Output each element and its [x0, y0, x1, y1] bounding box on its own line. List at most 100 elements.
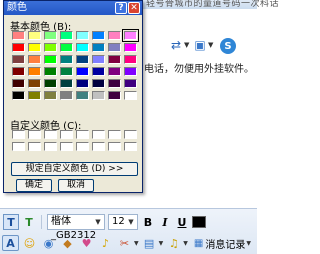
basic-color-swatch[interactable] — [60, 91, 73, 100]
basic-color-swatch[interactable] — [76, 79, 89, 88]
basic-color-swatch[interactable] — [28, 43, 41, 52]
basic-color-swatch[interactable] — [76, 43, 89, 52]
voice-icon[interactable]: ♪ — [97, 235, 114, 251]
basic-color-swatch[interactable] — [76, 91, 89, 100]
basic-color-swatch[interactable] — [12, 55, 25, 64]
basic-color-swatch[interactable] — [12, 31, 25, 40]
transfer-icon[interactable]: ⇄ — [168, 38, 184, 52]
basic-color-swatch[interactable] — [60, 31, 73, 40]
chevron-down-icon[interactable]: ▼ — [126, 216, 136, 228]
font-style-icon[interactable]: T — [3, 214, 19, 230]
custom-color-swatch[interactable] — [92, 142, 105, 151]
color-picker-icon[interactable] — [192, 216, 206, 228]
basic-color-swatch[interactable] — [44, 79, 57, 88]
basic-color-swatch[interactable] — [108, 31, 121, 40]
define-custom-colors-button[interactable]: 规定自定义颜色 (D) >> — [11, 162, 138, 176]
basic-color-swatch[interactable] — [12, 91, 25, 100]
color-dialog: 颜色 ? ✕ 基本颜色 (B): 自定义颜色 (C): 规定自定义颜色 (D) … — [3, 0, 143, 193]
message-history-button[interactable]: ▦ 消息记录 ▼ — [194, 236, 251, 251]
basic-color-swatch[interactable] — [92, 67, 105, 76]
custom-color-swatch[interactable] — [44, 130, 57, 139]
basic-color-swatch[interactable] — [124, 67, 137, 76]
basic-color-swatch[interactable] — [108, 67, 121, 76]
cancel-button[interactable]: 取消 — [58, 179, 94, 192]
basic-color-swatch[interactable] — [108, 91, 121, 100]
chevron-down-icon[interactable]: ▼ — [134, 240, 139, 247]
magic-face-icon[interactable]: ◉ — [40, 235, 57, 251]
gift-icon[interactable]: ♥ — [78, 235, 95, 251]
chevron-down-icon[interactable]: ▼ — [208, 41, 213, 49]
custom-color-swatch[interactable] — [124, 130, 137, 139]
music-icon[interactable]: ♫ — [165, 235, 182, 251]
chevron-down-icon[interactable]: ▼ — [184, 41, 189, 49]
basic-color-swatch[interactable] — [108, 79, 121, 88]
basic-color-swatch[interactable] — [44, 43, 57, 52]
ok-button[interactable]: 确定 — [16, 179, 52, 192]
font-icon[interactable]: A — [2, 235, 19, 251]
custom-color-swatch[interactable] — [60, 142, 73, 151]
basic-color-swatch[interactable] — [92, 43, 105, 52]
basic-color-swatch[interactable] — [44, 31, 57, 40]
basic-color-swatch[interactable] — [60, 67, 73, 76]
custom-color-swatch[interactable] — [92, 130, 105, 139]
basic-color-swatch[interactable] — [92, 31, 105, 40]
custom-color-swatch[interactable] — [28, 130, 41, 139]
custom-color-swatch[interactable] — [76, 130, 89, 139]
image-icon[interactable]: ▤ — [141, 235, 158, 251]
basic-color-swatch[interactable] — [92, 91, 105, 100]
custom-color-swatch[interactable] — [108, 130, 121, 139]
basic-color-swatch[interactable] — [108, 43, 121, 52]
custom-color-swatch[interactable] — [44, 142, 57, 151]
history-icon: ▦ — [193, 237, 204, 249]
basic-color-swatch[interactable] — [28, 91, 41, 100]
basic-color-swatch[interactable] — [44, 67, 57, 76]
underline-button[interactable]: U — [175, 214, 189, 230]
custom-color-swatch[interactable] — [76, 142, 89, 151]
chevron-down-icon[interactable]: ▼ — [183, 240, 188, 247]
basic-color-swatch[interactable] — [76, 31, 89, 40]
basic-color-swatch[interactable] — [92, 55, 105, 64]
custom-color-swatch[interactable] — [108, 142, 121, 151]
basic-color-swatch[interactable] — [12, 79, 25, 88]
basic-color-swatch[interactable] — [12, 67, 25, 76]
font-size-select[interactable]: 12 ▼ — [108, 214, 138, 230]
basic-color-swatch[interactable] — [122, 29, 139, 42]
close-button[interactable]: ✕ — [128, 2, 140, 14]
monitor-icon[interactable]: ▣ — [192, 38, 208, 52]
basic-color-swatch[interactable] — [28, 55, 41, 64]
custom-color-swatch[interactable] — [124, 142, 137, 151]
basic-color-swatch[interactable] — [44, 55, 57, 64]
chat-top-toolbar: ⇄ ▼ ▣ ▼ S — [140, 34, 257, 56]
bold-button[interactable]: B — [141, 214, 155, 230]
basic-color-swatch[interactable] — [28, 79, 41, 88]
custom-color-swatch[interactable] — [12, 142, 25, 151]
text-effect-icon[interactable]: T — [22, 214, 36, 230]
basic-color-swatch[interactable] — [28, 31, 41, 40]
chevron-down-icon[interactable]: ▼ — [93, 216, 103, 228]
basic-color-swatch[interactable] — [28, 67, 41, 76]
basic-color-swatch[interactable] — [124, 43, 137, 52]
basic-color-swatch[interactable] — [124, 91, 137, 100]
font-name-select[interactable]: 楷体_GB2312 ▼ — [47, 214, 105, 241]
chevron-down-icon[interactable]: ▼ — [159, 240, 164, 247]
basic-color-swatch[interactable] — [124, 79, 137, 88]
custom-color-swatch[interactable] — [12, 130, 25, 139]
custom-color-swatch[interactable] — [60, 130, 73, 139]
shake-icon[interactable]: ◆ — [59, 235, 76, 251]
basic-color-swatch[interactable] — [92, 79, 105, 88]
basic-color-swatch[interactable] — [44, 91, 57, 100]
basic-color-swatch[interactable] — [108, 55, 121, 64]
custom-color-swatch[interactable] — [28, 142, 41, 151]
basic-color-swatch[interactable] — [124, 55, 137, 64]
emoticon-icon[interactable]: ☺ — [21, 235, 38, 251]
italic-button[interactable]: I — [158, 214, 172, 230]
basic-color-swatch[interactable] — [12, 43, 25, 52]
basic-color-swatch[interactable] — [60, 43, 73, 52]
basic-color-swatch[interactable] — [76, 67, 89, 76]
screenshot-icon[interactable]: ✂ — [116, 235, 133, 251]
help-button[interactable]: ? — [115, 2, 127, 14]
basic-color-swatch[interactable] — [76, 55, 89, 64]
basic-color-swatch[interactable] — [60, 55, 73, 64]
basic-color-swatch[interactable] — [60, 79, 73, 88]
soso-icon[interactable]: S — [220, 38, 236, 54]
